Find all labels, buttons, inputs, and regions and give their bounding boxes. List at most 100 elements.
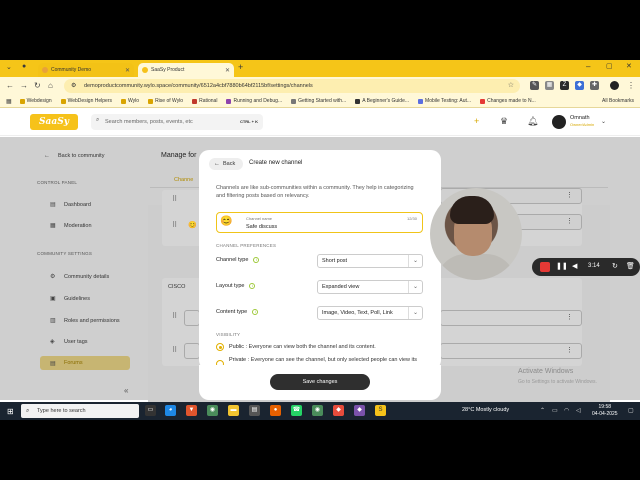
drag-handle-icon[interactable]: ⠿ (172, 346, 177, 354)
weather-widget[interactable]: 28°C Mostly cloudy (462, 407, 509, 413)
channel-emoji-picker[interactable]: 😊 (220, 216, 232, 227)
create-plus-icon[interactable]: + (474, 116, 479, 126)
sidebar-item-dashboard[interactable]: ▤ Dashboard (50, 201, 91, 209)
bookmark-star-icon[interactable]: ☆ (508, 81, 514, 89)
app-icon[interactable]: ▤ (249, 405, 260, 416)
taskbar-search-input[interactable]: ⌕ Type here to search (21, 404, 139, 418)
brave-icon[interactable]: ▼ (186, 405, 197, 416)
save-changes-button[interactable]: Save changes (270, 374, 370, 390)
minimize-icon[interactable]: – (586, 62, 590, 71)
bookmark-item[interactable]: Wylo (120, 98, 139, 104)
channel-type-select[interactable]: Short post ⌄ (317, 254, 423, 268)
stop-recording-button[interactable] (540, 262, 550, 272)
more-options-icon[interactable]: ⋮ (566, 217, 573, 225)
maximize-icon[interactable]: ▢ (606, 62, 613, 70)
bookmark-item[interactable]: Rational (192, 98, 217, 104)
channel-row[interactable] (440, 310, 582, 326)
close-tab-icon[interactable]: ✕ (225, 67, 230, 74)
tab-channels[interactable]: Channe (174, 177, 193, 183)
home-icon[interactable]: ⌂ (48, 81, 53, 90)
info-icon[interactable]: i (249, 283, 256, 289)
file-explorer-icon[interactable]: ▬ (228, 405, 239, 416)
trophy-icon[interactable]: ♛ (500, 116, 508, 127)
task-view-icon[interactable]: ▭ (145, 405, 156, 416)
bookmark-item[interactable]: Webdesign (19, 98, 52, 104)
more-options-icon[interactable]: ⋮ (566, 191, 573, 199)
rewind-icon[interactable]: ◀ (572, 262, 577, 270)
sidebar-item-guidelines[interactable]: ▣ Guidelines (50, 295, 90, 303)
bell-icon[interactable]: 🔔︎ (527, 116, 538, 127)
windows-start-icon[interactable]: ⊞ (7, 407, 14, 416)
tab-search-icon[interactable]: ⌄ (6, 63, 12, 71)
new-tab-icon[interactable]: + (238, 62, 243, 72)
all-bookmarks[interactable]: All Bookmarks (602, 98, 634, 104)
content-type-select[interactable]: Image, Video, Text, Poll, Link ⌄ (317, 306, 423, 320)
volume-icon[interactable]: ◁ (576, 407, 581, 414)
bookmark-item[interactable]: WebDesign Helpers (60, 98, 112, 104)
tab-saasy-product[interactable]: SaaSy Product ✕ (138, 63, 234, 77)
menu-icon[interactable]: ⋮ (627, 81, 635, 90)
back-icon[interactable]: ← (6, 81, 14, 90)
bookmark-item[interactable]: A Beginner's Guide... (355, 98, 409, 104)
close-window-icon[interactable]: ✕ (626, 62, 632, 70)
site-info-icon[interactable]: ⚙ (71, 82, 76, 89)
whatsapp-icon[interactable]: ☎ (291, 405, 302, 416)
network-icon[interactable]: ▭ (552, 407, 558, 414)
copilot-icon[interactable]: ◕ (165, 405, 176, 416)
apps-icon[interactable]: ▦ (6, 98, 12, 105)
reload-icon[interactable]: ↻ (34, 81, 41, 90)
bookmark-item[interactable]: Running and Debug... (226, 98, 282, 104)
app-icon[interactable]: ◆ (333, 405, 344, 416)
back-to-community-link[interactable]: ← Back to community (44, 153, 104, 159)
close-tab-icon[interactable]: ✕ (125, 67, 130, 74)
sidebar-item-roles[interactable]: ▥ Roles and permissions (50, 317, 120, 325)
public-option[interactable]: Public : Everyone can view both the chan… (229, 343, 425, 351)
sidebar-item-community-details[interactable]: ⚙ Community details (50, 273, 109, 281)
channel-name-field[interactable]: 😊 Channel name Safe discuss 12/30 (216, 212, 423, 233)
chrome-icon[interactable]: ◉ (312, 405, 323, 416)
bookmark-item[interactable]: Changes made to N... (480, 98, 536, 104)
profile-avatar-icon[interactable] (610, 81, 619, 90)
extension-blue-icon[interactable]: ◆ (575, 81, 584, 90)
sidebar-item-moderation[interactable]: ▦ Moderation (50, 222, 92, 230)
delete-icon[interactable]: 🗑︎ (626, 262, 635, 270)
more-options-icon[interactable]: ⋮ (566, 313, 573, 321)
firefox-icon[interactable]: ● (270, 405, 281, 416)
drag-handle-icon[interactable]: ⠿ (172, 312, 177, 320)
bookmark-item[interactable]: Mobile Testing: Aut... (418, 98, 471, 104)
tab-group-icon[interactable]: ● (22, 63, 26, 70)
url-input[interactable]: ⚙ demoproductcommunity.wylo.space/commun… (64, 79, 520, 93)
pause-icon[interactable]: ❚❚ (556, 262, 568, 270)
search-input[interactable]: ⌕ Search members, posts, events, etc CTR… (91, 114, 263, 130)
avatar[interactable] (552, 115, 566, 129)
layout-type-select[interactable]: Expanded view ⌄ (317, 280, 423, 294)
collapse-sidebar-icon[interactable]: « (124, 386, 128, 395)
channel-row[interactable] (440, 343, 582, 359)
notifications-icon[interactable]: ▢ (628, 407, 634, 414)
taskbar-clock[interactable]: 19:58 04-04-2025 (592, 404, 618, 418)
bookmark-item[interactable]: Rise of Wylo (148, 98, 183, 104)
restart-icon[interactable]: ↻ (612, 262, 618, 270)
app-icon[interactable]: ◆ (354, 405, 365, 416)
chevron-down-icon[interactable]: ⌄ (601, 118, 606, 125)
sidebar-item-user-tags[interactable]: ◈ User tags (50, 338, 88, 346)
info-icon[interactable]: i (252, 309, 259, 315)
drag-handle-icon[interactable]: ⠿ (172, 221, 177, 229)
more-options-icon[interactable]: ⋮ (566, 346, 573, 354)
forward-icon[interactable]: → (20, 81, 28, 90)
sublime-icon[interactable]: S (375, 405, 386, 416)
wifi-icon[interactable]: ◠ (564, 407, 569, 414)
info-icon[interactable]: i (253, 257, 260, 263)
bookmark-item[interactable]: Getting Started with... (291, 98, 346, 104)
extension-grid-icon[interactable]: ▦ (545, 81, 554, 90)
saasy-logo[interactable]: SaaSy (30, 114, 78, 130)
drag-handle-icon[interactable]: ⠿ (172, 195, 177, 203)
sidebar-item-forums[interactable]: ▤ Forums (40, 356, 130, 370)
tab-community-demo[interactable]: Community Demo ✕ (38, 63, 134, 77)
modal-back-button[interactable]: ← Back (209, 158, 243, 170)
extensions-puzzle-icon[interactable]: ✚ (590, 81, 599, 90)
tray-arrow-icon[interactable]: ⌃ (540, 407, 545, 414)
extension-z-icon[interactable]: Z (560, 81, 569, 90)
public-radio[interactable] (216, 343, 224, 351)
extension-pen-icon[interactable]: ✎ (530, 81, 539, 90)
